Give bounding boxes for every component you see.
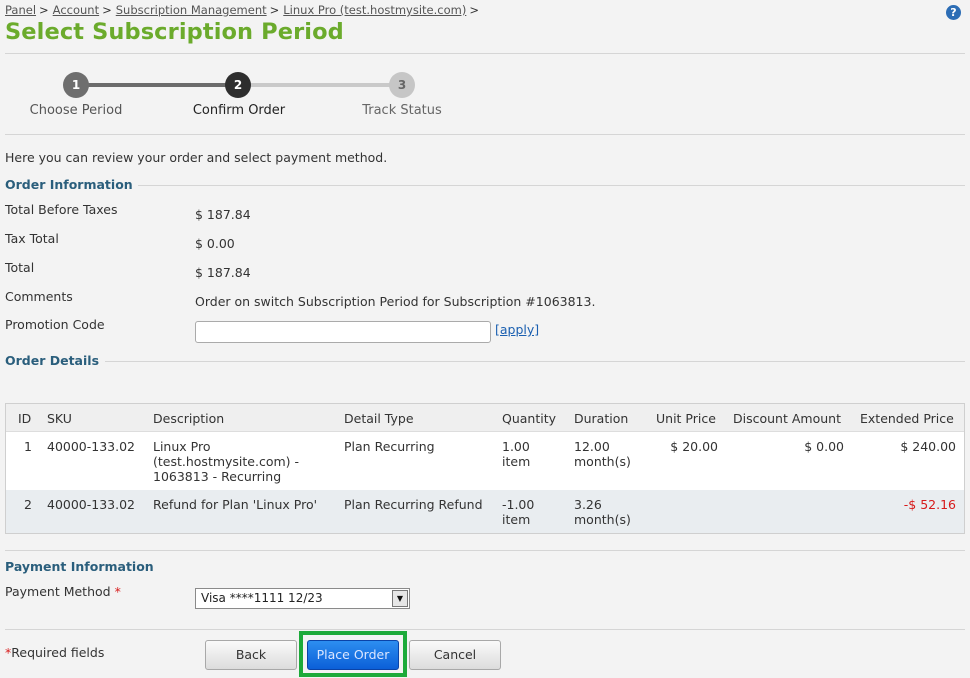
promotion-code-input[interactable] bbox=[195, 321, 491, 343]
order-details-line bbox=[105, 361, 965, 362]
column-header-sku: SKU bbox=[47, 411, 72, 426]
step-3-circle: 3 bbox=[389, 72, 415, 98]
required-fields-note: *Required fields bbox=[5, 645, 105, 660]
column-header-quantity: Quantity bbox=[502, 411, 557, 426]
apply-link[interactable]: [apply] bbox=[495, 322, 539, 337]
column-header-duration: Duration bbox=[574, 411, 629, 426]
row-duration: 12.00 month(s) bbox=[574, 439, 631, 469]
order-details-table: ID SKU Description Detail Type Quantity … bbox=[5, 403, 965, 534]
column-header-unit-price: Unit Price bbox=[656, 411, 716, 426]
comments-label: Comments bbox=[5, 289, 73, 304]
row-detail-type: Plan Recurring Refund bbox=[344, 497, 483, 512]
row-id: 2 bbox=[24, 497, 32, 512]
column-header-discount-amount: Discount Amount bbox=[733, 411, 841, 426]
row-quantity: -1.00 item bbox=[502, 497, 535, 527]
row-discount-amount: $ 0.00 bbox=[804, 439, 844, 454]
breadcrumb-subscription[interactable]: Linux Pro (test.hostmysite.com) bbox=[283, 3, 466, 17]
payment-method-selected: Visa ****1111 12/23 bbox=[201, 591, 323, 605]
required-asterisk: * bbox=[114, 584, 121, 599]
back-button[interactable]: Back bbox=[205, 640, 297, 670]
step-1-label: Choose Period bbox=[29, 103, 123, 118]
row-duration: 3.26 month(s) bbox=[574, 497, 631, 527]
breadcrumb-account[interactable]: Account bbox=[53, 3, 99, 17]
table-header: ID SKU Description Detail Type Quantity … bbox=[6, 404, 964, 432]
total-before-taxes-label: Total Before Taxes bbox=[5, 202, 118, 217]
step-1-circle: 1 bbox=[63, 72, 89, 98]
row-detail-type: Plan Recurring bbox=[344, 439, 435, 454]
payment-information-title: Payment Information bbox=[5, 559, 154, 574]
step-3-label: Track Status bbox=[362, 103, 442, 118]
row-extended-price: $ 240.00 bbox=[900, 439, 956, 454]
breadcrumb-panel[interactable]: Panel bbox=[5, 3, 36, 17]
total-label: Total bbox=[5, 260, 35, 275]
comments-value: Order on switch Subscription Period for … bbox=[195, 294, 596, 309]
column-header-extended-price: Extended Price bbox=[860, 411, 954, 426]
order-information-title: Order Information bbox=[5, 177, 133, 192]
row-sku: 40000-133.02 bbox=[47, 439, 136, 454]
payment-method-select[interactable]: Visa ****1111 12/23 ▼ bbox=[195, 588, 410, 609]
payment-method-label: Payment Method * bbox=[5, 584, 121, 599]
breadcrumb-subscription-management[interactable]: Subscription Management bbox=[116, 3, 267, 17]
order-details-title: Order Details bbox=[5, 353, 100, 368]
column-header-id: ID bbox=[18, 411, 32, 426]
stepper-divider bbox=[5, 134, 965, 135]
page-title: Select Subscription Period bbox=[5, 19, 344, 45]
total-before-taxes-value: $ 187.84 bbox=[195, 207, 251, 222]
step-2-circle: 2 bbox=[225, 72, 251, 98]
step-2-label: Confirm Order bbox=[192, 103, 286, 118]
row-description: Refund for Plan 'Linux Pro' bbox=[153, 497, 318, 512]
cancel-button[interactable]: Cancel bbox=[409, 640, 501, 670]
tax-total-value: $ 0.00 bbox=[195, 236, 235, 251]
row-sku: 40000-133.02 bbox=[47, 497, 136, 512]
row-description: Linux Pro (test.hostmysite.com) - 106381… bbox=[153, 439, 300, 484]
row-id: 1 bbox=[24, 439, 32, 454]
order-information-line bbox=[138, 185, 965, 186]
title-divider bbox=[5, 53, 965, 54]
place-order-button[interactable]: Place Order bbox=[307, 640, 399, 670]
table-row: 1 40000-133.02 Linux Pro (test.hostmysit… bbox=[6, 432, 964, 490]
intro-text: Here you can review your order and selec… bbox=[5, 150, 388, 165]
row-extended-price: -$ 52.16 bbox=[903, 497, 956, 512]
column-header-description: Description bbox=[153, 411, 225, 426]
row-quantity: 1.00 item bbox=[502, 439, 531, 469]
table-row: 2 40000-133.02 Refund for Plan 'Linux Pr… bbox=[6, 490, 964, 533]
breadcrumb: Panel > Account > Subscription Management > Li… bbox=[5, 3, 479, 17]
total-value: $ 187.84 bbox=[195, 265, 251, 280]
step-progress-pending bbox=[238, 83, 402, 87]
help-icon[interactable]: ? bbox=[946, 5, 961, 20]
row-unit-price: $ 20.00 bbox=[670, 439, 718, 454]
column-header-detail-type: Detail Type bbox=[344, 411, 414, 426]
dropdown-arrow-icon[interactable]: ▼ bbox=[392, 590, 408, 607]
step-progress-done bbox=[76, 83, 238, 87]
footer-divider bbox=[5, 629, 965, 630]
promotion-code-label: Promotion Code bbox=[5, 317, 105, 332]
tax-total-label: Tax Total bbox=[5, 231, 59, 246]
payment-information-line bbox=[5, 550, 965, 551]
